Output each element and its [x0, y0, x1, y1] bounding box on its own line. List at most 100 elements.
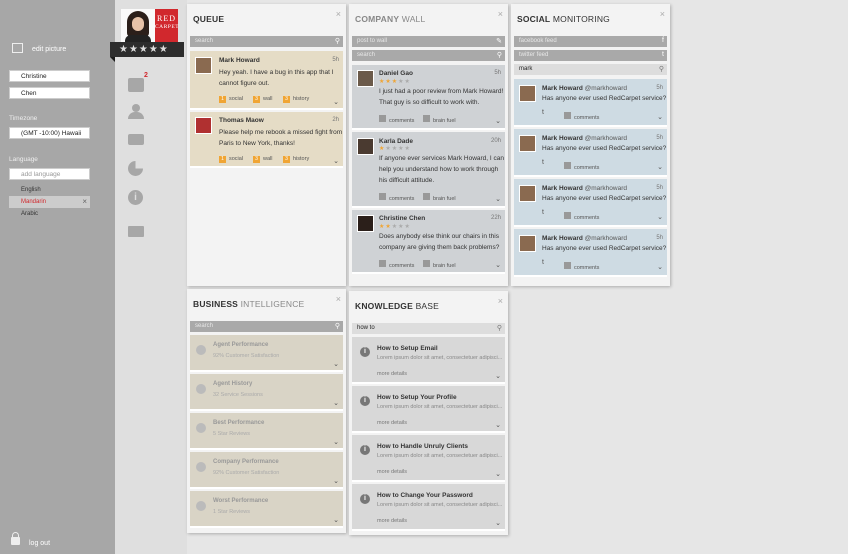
- social-post[interactable]: Mark Howard @markhoward 5h Has anyone ev…: [514, 179, 667, 227]
- comments-link[interactable]: comments: [379, 193, 414, 202]
- edit-icon[interactable]: ✎: [496, 37, 502, 45]
- queue-item[interactable]: Thomas Maow 2h Please help me rebook a m…: [190, 112, 343, 168]
- kb-article[interactable]: i How to Handle Unruly Clients Lorem ips…: [352, 435, 505, 482]
- pie-chart-icon[interactable]: [128, 161, 143, 176]
- chevron-down-icon[interactable]: ⌄: [333, 399, 339, 407]
- history-tag[interactable]: 3 history: [283, 156, 309, 163]
- chevron-down-icon[interactable]: ⌄: [657, 163, 663, 171]
- search-icon[interactable]: ⚲: [497, 51, 502, 59]
- kb-article[interactable]: i How to Change Your Password Lorem ipsu…: [352, 484, 505, 531]
- queue-item[interactable]: Mark Howard 5h Hey yeah. I have a bug in…: [190, 51, 343, 110]
- chevron-down-icon[interactable]: ⌄: [657, 113, 663, 121]
- more-details-link[interactable]: more details: [377, 371, 407, 377]
- chevron-down-icon[interactable]: ⌄: [495, 195, 501, 203]
- chevron-down-icon[interactable]: ⌄: [495, 117, 501, 125]
- kb-search-input[interactable]: how to ⚲: [352, 323, 505, 334]
- language-item-arabic[interactable]: Arabic: [21, 211, 38, 217]
- social-post[interactable]: Mark Howard @markhoward 5h Has anyone ev…: [514, 79, 667, 127]
- more-details-link[interactable]: more details: [377, 469, 407, 475]
- close-icon[interactable]: ×: [498, 9, 503, 19]
- settings-sidebar: edit picture Christine Chen Timezone (GM…: [0, 0, 115, 554]
- wall-post[interactable]: Daniel Gao 5h ★★★★★ I just had a poor re…: [352, 65, 505, 130]
- remove-language-icon[interactable]: ×: [82, 197, 87, 206]
- bi-report-item[interactable]: Company Performance 92% Customer Satisfa…: [190, 452, 343, 489]
- social-post[interactable]: Mark Howard @markhoward 5h Has anyone ev…: [514, 229, 667, 277]
- kb-article[interactable]: i How to Setup Your Profile Lorem ipsum …: [352, 386, 505, 433]
- close-icon[interactable]: ×: [336, 9, 341, 19]
- first-name-field[interactable]: Christine: [9, 70, 90, 82]
- chevron-down-icon[interactable]: ⌄: [333, 360, 339, 368]
- search-icon[interactable]: ⚲: [335, 322, 340, 330]
- brain-fuel-link[interactable]: brain fuel: [423, 193, 456, 202]
- chevron-down-icon[interactable]: ⌄: [333, 98, 339, 106]
- history-tag[interactable]: 3 history: [283, 96, 309, 103]
- bi-search-input[interactable]: search ⚲: [190, 321, 343, 332]
- search-placeholder: search: [195, 323, 214, 329]
- language-item-english[interactable]: English: [21, 187, 41, 193]
- chevron-down-icon[interactable]: ⌄: [495, 470, 501, 478]
- social-tag[interactable]: 1 social: [219, 156, 243, 163]
- chevron-down-icon[interactable]: ⌄: [495, 519, 501, 527]
- wall-post[interactable]: Karla Dade 20h ★★★★★ If anyone ever serv…: [352, 132, 505, 208]
- facebook-feed-input[interactable]: facebook feed f: [514, 36, 667, 47]
- add-language-input[interactable]: add language: [9, 168, 90, 180]
- comments-link[interactable]: comments: [564, 262, 599, 271]
- more-details-link[interactable]: more details: [377, 518, 407, 524]
- bi-report-item[interactable]: Agent History 32 Service Sessions ⌄: [190, 374, 343, 411]
- brain-fuel-link[interactable]: brain fuel: [423, 115, 456, 124]
- more-details-link[interactable]: more details: [377, 420, 407, 426]
- last-name-field[interactable]: Chen: [9, 87, 90, 99]
- social-search-input[interactable]: mark ⚲: [514, 64, 667, 75]
- post-to-wall-input[interactable]: post to wall ✎: [352, 36, 505, 47]
- twitter-feed-input[interactable]: twitter feed t: [514, 50, 667, 61]
- folder-icon[interactable]: [128, 226, 144, 237]
- social-tag[interactable]: 1 social: [219, 96, 243, 103]
- bi-report-item[interactable]: Agent Performance 92% Customer Satisfact…: [190, 335, 343, 372]
- chevron-down-icon[interactable]: ⌄: [333, 438, 339, 446]
- inbox-icon[interactable]: [128, 78, 144, 92]
- chevron-down-icon[interactable]: ⌄: [333, 157, 339, 165]
- search-icon[interactable]: ⚲: [335, 37, 340, 45]
- comments-link[interactable]: comments: [379, 260, 414, 269]
- edit-picture-link[interactable]: edit picture: [32, 46, 66, 53]
- wall-post[interactable]: Christine Chen 22h ★★★★★ Does anybody el…: [352, 210, 505, 274]
- chevron-down-icon[interactable]: ⌄: [657, 213, 663, 221]
- chevron-down-icon[interactable]: ⌄: [495, 372, 501, 380]
- chevron-down-icon[interactable]: ⌄: [657, 263, 663, 271]
- bi-report-item[interactable]: Worst Performance 1 Star Reviews ⌄: [190, 491, 343, 528]
- close-icon[interactable]: ×: [498, 296, 503, 306]
- info-icon[interactable]: i: [128, 190, 143, 205]
- queue-search-input[interactable]: search ⚲: [190, 36, 343, 47]
- comments-link[interactable]: comments: [564, 112, 599, 121]
- comments-link[interactable]: comments: [564, 212, 599, 221]
- avatar[interactable]: [121, 9, 155, 42]
- panel-title-bold: QUEUE: [193, 14, 225, 24]
- comments-link[interactable]: comments: [564, 162, 599, 171]
- logout-link[interactable]: log out: [29, 540, 50, 547]
- bi-report-item[interactable]: Best Performance 5 Star Reviews ⌄: [190, 413, 343, 450]
- wall-search-input[interactable]: search ⚲: [352, 50, 505, 61]
- post-line-1: If anyone ever services Mark Howard, I c…: [379, 155, 504, 162]
- chevron-down-icon[interactable]: ⌄: [495, 421, 501, 429]
- search-icon[interactable]: ⚲: [659, 65, 664, 73]
- edit-picture-icon[interactable]: [12, 43, 23, 53]
- search-icon[interactable]: ⚲: [497, 324, 502, 332]
- social-post[interactable]: Mark Howard @markhoward 5h Has anyone ev…: [514, 129, 667, 177]
- pie-chart-icon: [196, 423, 206, 433]
- user-icon[interactable]: [128, 104, 144, 119]
- author-name-text: Mark Howard: [542, 85, 583, 92]
- language-item-mandarin[interactable]: Mandarin ×: [9, 196, 90, 208]
- wall-tag[interactable]: 3 wall: [253, 96, 272, 103]
- kb-article[interactable]: i How to Setup Email Lorem ipsum dolor s…: [352, 337, 505, 384]
- chevron-down-icon[interactable]: ⌄: [333, 516, 339, 524]
- chat-icon[interactable]: [128, 134, 144, 145]
- chevron-down-icon[interactable]: ⌄: [495, 261, 501, 269]
- timezone-label: Timezone: [9, 115, 38, 122]
- chevron-down-icon[interactable]: ⌄: [333, 477, 339, 485]
- brain-fuel-link[interactable]: brain fuel: [423, 260, 456, 269]
- close-icon[interactable]: ×: [336, 294, 341, 304]
- close-icon[interactable]: ×: [660, 9, 665, 19]
- timezone-select[interactable]: (GMT -10:00) Hawaii: [9, 127, 90, 139]
- wall-tag[interactable]: 3 wall: [253, 156, 272, 163]
- comments-link[interactable]: comments: [379, 115, 414, 124]
